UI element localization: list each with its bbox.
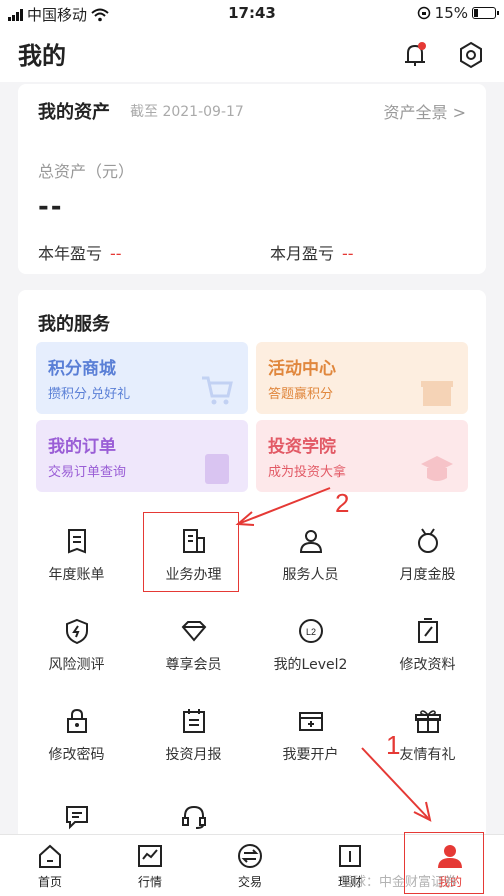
settings-icon[interactable] — [456, 40, 486, 70]
year-pnl-value: -- — [110, 244, 122, 263]
edit-doc-icon — [417, 618, 438, 643]
lock-icon — [66, 708, 87, 733]
svg-text:L2: L2 — [305, 627, 315, 637]
year-pnl: 本年盈亏 -- — [38, 240, 122, 264]
receipt-icon — [67, 529, 86, 554]
graduation-cap-icon — [421, 456, 453, 481]
tab-market[interactable]: 行情 — [100, 843, 200, 890]
exchange-icon — [238, 844, 262, 868]
message-icon — [65, 806, 88, 830]
annual-bill-item[interactable]: 年度账单 — [18, 528, 135, 608]
total-assets-value: -- — [38, 192, 64, 222]
status-right: 15% — [417, 4, 499, 22]
annotation-number-2: 2 — [335, 488, 350, 518]
battery-icon — [472, 7, 499, 19]
change-password-item[interactable]: 修改密码 — [18, 708, 135, 788]
gift-icon — [421, 381, 453, 406]
card-add-icon — [298, 712, 323, 731]
gift-box-icon — [414, 710, 441, 733]
services-title: 我的服务 — [38, 314, 110, 335]
battery-percent: 15% — [434, 4, 468, 22]
grid-item-label: 服务人员 — [282, 567, 339, 583]
level2-icon: L2 — [298, 619, 323, 643]
month-pnl: 本月盈亏 -- — [270, 240, 354, 264]
invest-academy-tile[interactable]: 投资学院 成为投资大拿 — [256, 420, 468, 492]
page-header: 我的 — [0, 26, 504, 82]
tab-label: 首页 — [37, 875, 62, 889]
document-icon — [205, 454, 229, 484]
grid-item-label: 修改密码 — [48, 747, 105, 763]
bell-icon[interactable] — [400, 40, 430, 70]
assets-card: 我的资产 截至 2021-09-17 资产全景 > 总资产（元） -- 本年盈亏… — [18, 84, 486, 274]
vip-member-item[interactable]: 尊享会员 — [135, 618, 252, 698]
activity-center-tile[interactable]: 活动中心 答题赢积分 — [256, 342, 468, 414]
calendar-report-icon — [182, 709, 205, 733]
tab-trade[interactable]: 交易 — [200, 843, 300, 890]
edit-profile-item[interactable]: 修改资料 — [369, 618, 486, 698]
services-card: 我的服务 积分商城 攒积分,兑好礼 活动中心 答题赢积分 我的订单 交易订单查询… — [18, 290, 486, 850]
service-staff-item[interactable]: 服务人员 — [252, 528, 369, 608]
annotation-box-mine-tab — [404, 832, 484, 894]
monthly-report-item[interactable]: 投资月报 — [135, 708, 252, 788]
risk-assessment-item[interactable]: 风险测评 — [18, 618, 135, 698]
points-mall-tile[interactable]: 积分商城 攒积分,兑好礼 — [36, 342, 248, 414]
page-title: 我的 — [18, 42, 66, 70]
headset-icon — [181, 805, 206, 829]
my-orders-tile[interactable]: 我的订单 交易订单查询 — [36, 420, 248, 492]
grid-item-label: 尊享会员 — [165, 657, 222, 673]
assets-date: 截至 2021-09-17 — [130, 104, 244, 120]
grid-item-label: 年度账单 — [48, 567, 105, 583]
tab-label: 行情 — [137, 875, 162, 889]
total-assets-label: 总资产（元） — [38, 162, 135, 181]
tab-home[interactable]: 首页 — [0, 843, 100, 890]
annotation-number-1: 1 — [386, 730, 401, 760]
chart-icon — [138, 845, 162, 867]
shield-icon — [65, 618, 88, 644]
grid-item-label: 风险测评 — [48, 657, 105, 673]
month-pnl-value: -- — [342, 244, 354, 263]
monthly-stock-item[interactable]: 月度金股 — [369, 528, 486, 608]
home-icon — [39, 844, 61, 868]
grid-item-label: 投资月报 — [165, 747, 222, 763]
person-icon — [299, 530, 322, 553]
status-bar: 中国移动 17:43 15% — [0, 0, 504, 26]
diamond-icon — [181, 621, 206, 642]
annotation-box-business — [143, 512, 239, 592]
open-account-item[interactable]: 我要开户 — [252, 708, 369, 788]
grid-item-label: 月度金股 — [399, 567, 456, 583]
rotation-lock-icon — [417, 6, 430, 20]
cart-icon — [202, 376, 233, 405]
month-pnl-label: 本月盈亏 — [270, 244, 335, 263]
grid-item-label: 我要开户 — [282, 747, 339, 763]
my-level2-item[interactable]: L2 我的Level2 — [252, 618, 369, 698]
grid-item-label: 我的Level2 — [273, 657, 348, 673]
wealth-icon — [339, 845, 361, 867]
grid-item-label: 修改资料 — [399, 657, 456, 673]
assets-overview-link[interactable]: 资产全景 > — [384, 99, 467, 123]
tab-label: 交易 — [237, 875, 262, 889]
year-pnl-label: 本年盈亏 — [38, 244, 103, 263]
assets-title: 我的资产 — [38, 102, 110, 123]
medal-icon — [417, 528, 438, 553]
